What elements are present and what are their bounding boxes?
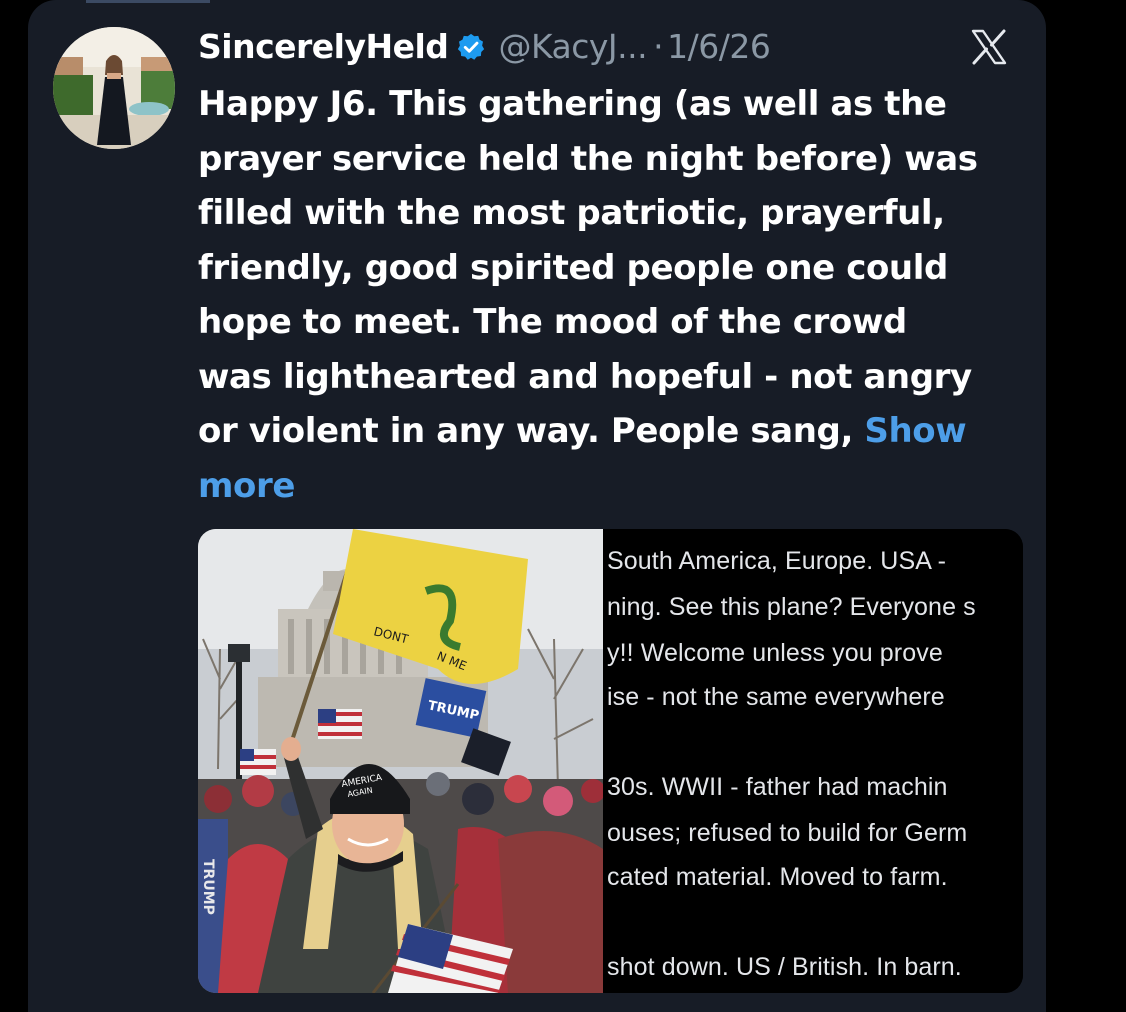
tweet-text-last-line: or violent in any way. People sang, Show [198,404,1030,459]
separator-dot: · [653,26,664,66]
screenshot-line: ise - not the same everywhere [607,683,945,711]
tweet-text-line: filled with the most patriotic, prayerfu… [198,193,945,233]
tweet-text: Happy J6. This gathering (as well as the… [198,77,1030,513]
show-more-link-continued[interactable]: more [198,466,295,506]
tweet-text-line: prayer service held the night before) wa… [198,138,978,179]
show-more-link[interactable]: Show [864,411,966,451]
side-banner-text: TRUMP [200,859,216,915]
screenshot-line: 30s. WWII - father had machin [607,773,948,801]
verified-badge-icon [456,31,486,61]
tweet-header: SincerelyHeld @KacyJ... · 1/6/26 [198,20,771,72]
tweet-text-line: or violent in any way. People sang, [198,411,865,451]
tweet-text-line: Happy J6. This gathering (as well as the [198,84,947,124]
tweet-text-line: was lighthearted and hopeful - not angry [198,356,972,397]
rally-photo[interactable]: DONT N ME TRUMP TRUMP AMERICA AGAIN [198,529,605,993]
avatar-photo [53,27,175,149]
x-logo-icon[interactable] [970,28,1008,66]
display-name[interactable]: SincerelyHeld [198,27,449,66]
media-grid: DONT N ME TRUMP TRUMP AMERICA AGAIN Sout… [198,529,1023,993]
screenshot-line: y!! Welcome unless you prove [607,639,943,667]
tweet-text-line: hope to meet. The mood of the crowd [198,302,907,342]
tweet-text-line: friendly, good spirited people one could [198,247,948,288]
avatar[interactable] [53,27,175,149]
top-accent-divider [86,0,210,3]
screenshot-line: South America, Europe. USA - [607,547,947,575]
screenshot-line: ouses; refused to build for Germ [607,819,968,847]
screenshot-line: shot down. US / British. In barn. [607,953,962,981]
show-more-line: more [198,459,1030,514]
screenshot-line: cated material. Moved to farm. [607,863,948,891]
screenshot-line: ning. See this plane? Everyone s [607,593,976,621]
user-handle[interactable]: @KacyJ... [498,27,647,66]
tweet-card: SincerelyHeld @KacyJ... · 1/6/26 Happy J… [28,0,1046,1012]
text-screenshot-image[interactable]: South America, Europe. USA - ning. See t… [605,529,1023,993]
tweet-date[interactable]: 1/6/26 [667,27,771,66]
